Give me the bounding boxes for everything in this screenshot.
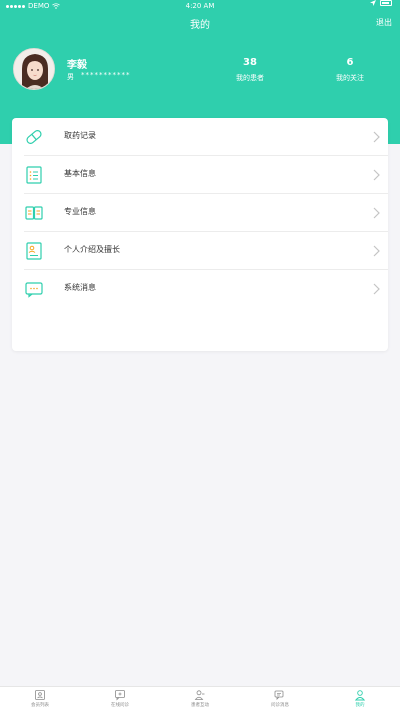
tab-member-list[interactable]: 会员列表 [0,689,80,708]
menu-card: 取药记录 基本信息 专业信息 个人介绍及擅长 系统消息 [12,118,388,351]
menu-item-introduction-expertise[interactable]: 个人介绍及擅长 [24,232,388,270]
list-icon [26,166,42,184]
pill-icon [26,130,42,144]
menu-item-label: 基本信息 [64,169,96,178]
bottom-tab-bar: 会员列表 在线问诊 患者互动 问诊消息 我的 [0,686,400,711]
logout-button[interactable]: 退出 [376,17,392,28]
battery-icon [380,0,392,6]
profile-document-icon [26,242,42,260]
member-list-icon [35,690,45,700]
user-gender: 男 [67,73,74,81]
page-title: 我的 [190,20,210,31]
menu-item-label: 个人介绍及擅长 [64,245,120,254]
avatar[interactable] [13,48,55,90]
status-time: 4:20 AM [185,2,215,10]
menu-item-professional-info[interactable]: 专业信息 [24,194,388,232]
menu-item-medication-records[interactable]: 取药记录 [24,118,388,156]
chevron-right-icon [373,169,380,181]
tab-patient-interaction[interactable]: 患者互动 [160,689,240,708]
message-bubbles-icon [274,690,284,700]
stat-my-follows[interactable]: 6 我的关注 [320,57,380,83]
menu-item-label: 系统消息 [64,283,96,292]
tab-label: 我的 [355,703,365,708]
status-right [370,0,392,6]
nav-bar: 我的 退出 [0,12,400,36]
patient-interaction-icon [194,690,205,700]
stat-my-patients[interactable]: 38 我的患者 [220,57,280,83]
tab-consultation-messages[interactable]: 问诊消息 [240,689,320,708]
status-bar: DEMO 4:20 AM [0,0,400,12]
user-name: 李毅 [67,60,87,71]
user-icon [354,690,366,701]
stat-value: 38 [243,57,257,68]
stat-label: 我的关注 [336,74,364,82]
menu-item-basic-info[interactable]: 基本信息 [24,156,388,194]
tab-label: 会员列表 [31,703,49,708]
book-icon [25,206,43,220]
chevron-right-icon [373,207,380,219]
chevron-right-icon [373,283,380,295]
menu-item-label: 取药记录 [64,131,96,140]
location-arrow-icon [370,0,376,6]
stat-value: 6 [346,57,354,68]
menu-item-system-messages[interactable]: 系统消息 [24,270,388,308]
menu-item-label: 专业信息 [64,207,96,216]
avatar-portrait [14,49,54,89]
tab-online-consultation[interactable]: 在线问诊 [80,689,160,708]
user-phone: *********** [81,71,131,79]
stat-label: 我的患者 [236,74,264,82]
message-icon [25,282,43,298]
tab-label: 在线问诊 [111,703,129,708]
tab-label: 问诊消息 [271,703,289,708]
tab-label: 患者互动 [191,703,209,708]
my-profile-page: DEMO 4:20 AM 我的 退出 李毅 男 *********** 38 我… [0,0,400,711]
chevron-right-icon [373,131,380,143]
tab-mine[interactable]: 我的 [320,689,400,708]
chat-consult-icon [115,690,125,701]
chevron-right-icon [373,245,380,257]
